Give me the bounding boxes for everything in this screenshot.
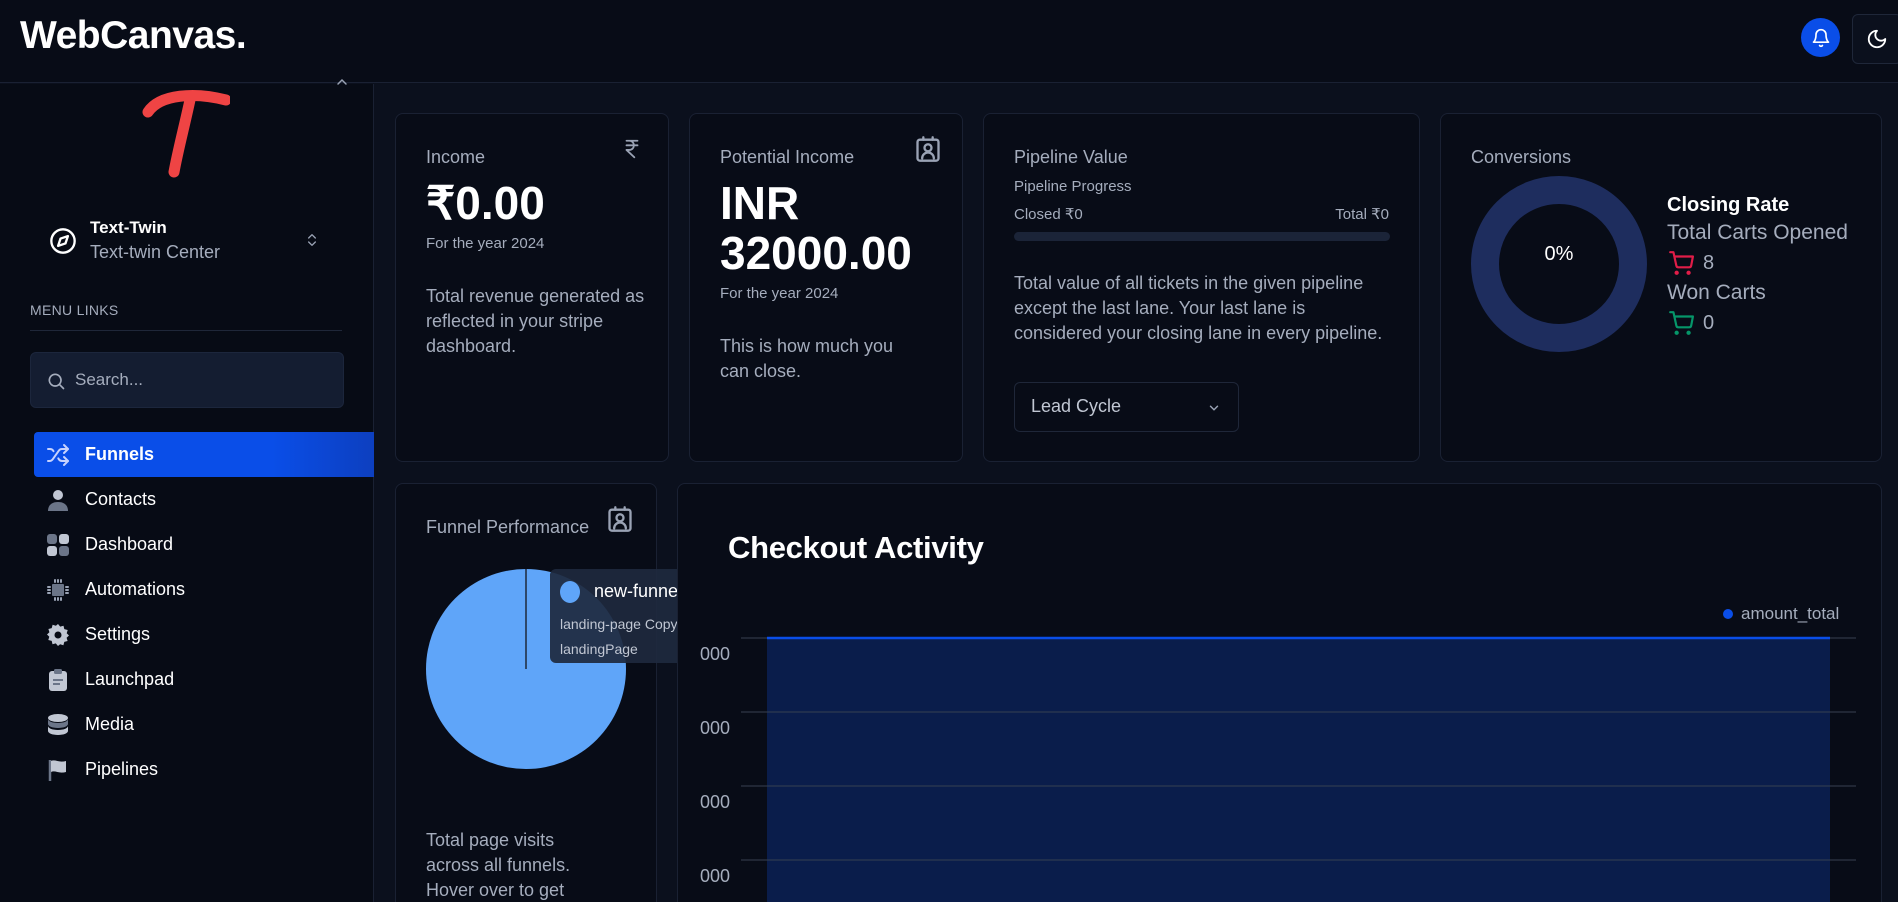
close-icon: [337, 78, 347, 85]
checkout-activity-card: Checkout Activity amount_total 000 000 0…: [677, 483, 1882, 902]
menu-links-label: MENU LINKS: [30, 302, 119, 318]
y-tick-label: 000: [699, 792, 730, 812]
search-input[interactable]: [75, 365, 325, 395]
sidebar-item-contacts[interactable]: Contacts: [34, 477, 374, 522]
search-box[interactable]: [30, 352, 344, 408]
won-carts-row: 0: [1667, 310, 1714, 336]
chevron-down-icon: [1209, 405, 1219, 411]
pipeline-select-value: Lead Cycle: [1031, 396, 1122, 416]
closing-rate-title: Closing Rate: [1667, 194, 1790, 216]
sidebar: Text-Twin Text-twin Center MENU LINKS Fu…: [0, 78, 374, 902]
pipeline-closed: Closed ₹0: [1014, 206, 1083, 223]
top-bar: WebCanvas.: [0, 0, 1898, 83]
menu-divider: [30, 330, 342, 331]
sidebar-item-automations[interactable]: Automations: [34, 567, 374, 612]
y-tick-label: 000: [699, 718, 730, 738]
contact-card-icon: [608, 506, 632, 532]
income-card: Income ₹0.00 For the year 2024 Total rev…: [395, 113, 669, 462]
legend-label: amount_total: [1741, 604, 1840, 623]
area-series-amount_total[interactable]: [767, 638, 1830, 902]
account-logo: [142, 90, 230, 178]
conversions-title: Conversions: [1471, 147, 1572, 167]
cart-icon: [1669, 251, 1694, 275]
chevrons-up-down-icon: [308, 234, 316, 246]
sidebar-item-label: Automations: [85, 579, 186, 599]
sidebar-item-label: Settings: [85, 624, 151, 644]
sidebar-item-media[interactable]: Media: [34, 702, 374, 747]
donut-value: 0%: [1544, 243, 1574, 265]
sidebar-item-pipelines[interactable]: Pipelines: [34, 747, 374, 792]
pipeline-progress-bar: [1014, 232, 1390, 241]
sidebar-nav: Funnels Contacts Dashboard Automations S…: [34, 432, 374, 792]
sidebar-item-label: Launchpad: [85, 669, 175, 689]
funnel-performance-card: Funnel Performance Total page visits acr…: [395, 483, 657, 902]
pipeline-title: Pipeline Value: [1014, 147, 1128, 167]
potential-income-value-line2: 32000.00: [720, 227, 912, 279]
moon-icon: [1867, 29, 1887, 49]
contact-card-icon: [916, 136, 940, 162]
total-carts-value: 8: [1703, 251, 1715, 274]
compass-icon: [50, 228, 76, 254]
pipeline-select[interactable]: Lead Cycle: [1014, 382, 1239, 432]
funnel-performance-description: Total page visits across all funnels. Ho…: [426, 830, 571, 900]
checkout-area-chart[interactable]: [741, 634, 1861, 902]
database-icon: [48, 714, 68, 735]
bell-icon: [1812, 28, 1829, 47]
account-name: Text-Twin: [90, 218, 167, 237]
checkout-title: Checkout Activity: [728, 530, 984, 565]
pipeline-value-card: Pipeline Value Pipeline Progress Closed …: [983, 113, 1420, 462]
sidebar-item-label: Pipelines: [85, 759, 159, 779]
income-period: For the year 2024: [426, 235, 545, 252]
conversions-card: Conversions 0% Closing Rate Total Carts …: [1440, 113, 1882, 462]
notifications-button[interactable]: [1801, 18, 1840, 57]
funnel-performance-title: Funnel Performance: [426, 517, 590, 537]
tooltip-row-name: landing-page Copy: [560, 616, 678, 632]
pipeline-description: Total value of all tickets in the given …: [1014, 273, 1383, 343]
rupee-icon: [625, 139, 639, 159]
income-value: ₹0.00: [426, 177, 545, 229]
potential-income-value-line1: INR: [720, 177, 800, 229]
sidebar-item-label: Funnels: [85, 444, 155, 464]
account-subtitle: Text-twin Center: [90, 242, 221, 262]
tooltip-row-name: landingPage: [560, 641, 638, 657]
cart-icon: [1669, 311, 1694, 335]
income-title: Income: [426, 147, 486, 167]
total-carts-label: Total Carts Opened: [1667, 221, 1848, 244]
potential-income-card: Potential Income INR 32000.00 For the ye…: [689, 113, 963, 462]
shuffle-icon: [47, 444, 69, 466]
account-switcher[interactable]: Text-Twin Text-twin Center: [30, 212, 340, 270]
brand-logo[interactable]: WebCanvas.: [20, 14, 247, 58]
sidebar-item-launchpad[interactable]: Launchpad: [34, 657, 374, 702]
sidebar-item-dashboard[interactable]: Dashboard: [34, 522, 374, 567]
pipeline-total: Total ₹0: [1335, 206, 1389, 223]
flag-icon: [48, 760, 66, 781]
sidebar-item-funnels[interactable]: Funnels: [34, 432, 374, 477]
sidebar-item-label: Dashboard: [85, 534, 174, 554]
tooltip-series-name: new-funnel: [594, 581, 683, 601]
person-icon: [48, 490, 68, 511]
income-description: Total revenue generated as reflected in …: [426, 286, 645, 356]
pipeline-progress-label: Pipeline Progress: [1014, 178, 1132, 195]
series-color-dot: [560, 581, 580, 603]
won-carts-value: 0: [1703, 311, 1715, 334]
search-icon: [48, 373, 65, 390]
y-tick-label: 000: [699, 644, 730, 664]
potential-income-description: This is how much you can close.: [720, 336, 894, 381]
clipboard-icon: [49, 669, 67, 691]
grid-icon: [47, 534, 69, 556]
legend-swatch: [1723, 609, 1733, 619]
sidebar-item-settings[interactable]: Settings: [34, 612, 374, 657]
won-carts-label: Won Carts: [1667, 281, 1766, 304]
chip-icon: [47, 579, 69, 601]
theme-toggle-button[interactable]: [1852, 14, 1898, 64]
chart-legend[interactable]: amount_total: [1723, 604, 1839, 624]
potential-income-period: For the year 2024: [720, 285, 839, 302]
y-tick-label: 000: [699, 866, 730, 886]
total-carts-row: 8: [1667, 250, 1714, 276]
close-sidebar-button[interactable]: [334, 74, 350, 95]
sidebar-item-label: Media: [85, 714, 135, 734]
gear-icon: [47, 624, 69, 646]
sidebar-item-label: Contacts: [85, 489, 157, 509]
potential-income-title: Potential Income: [720, 147, 855, 167]
